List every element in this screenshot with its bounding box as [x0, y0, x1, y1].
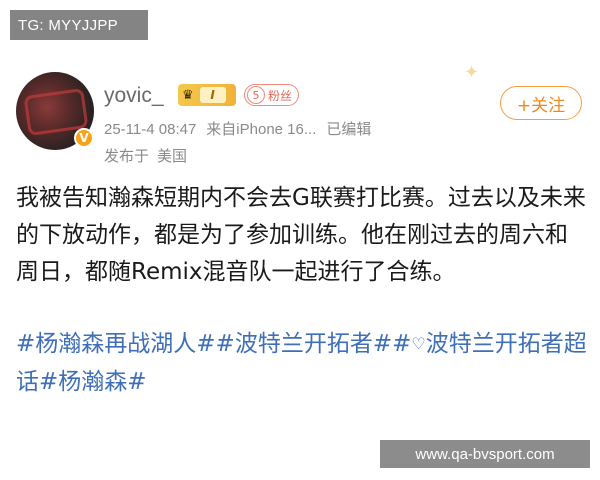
author-username[interactable]: yovic_: [104, 84, 164, 108]
diamond-icon: ♡: [411, 334, 426, 353]
crown-icon: ♛: [182, 87, 194, 103]
verified-icon: V: [74, 128, 94, 148]
follow-button[interactable]: +关注: [500, 86, 582, 120]
location-place: 美国: [157, 147, 188, 165]
watermark-bottom: www.qa-bvsport.com: [380, 440, 590, 468]
watermark-top: TG: MYYJJPP: [10, 10, 148, 40]
post-source[interactable]: 来自iPhone 16...: [206, 121, 316, 138]
fan-badge-number: 5: [247, 86, 265, 104]
level-label: I: [199, 87, 226, 103]
post-body: 我被告知瀚森短期内不会去G联赛打比赛。过去以及未来的下放动作，都是为了参加训练。…: [16, 185, 586, 285]
topic-link[interactable]: #波特兰开拓者#: [216, 331, 393, 357]
fan-badge[interactable]: 5 粉丝: [244, 84, 300, 106]
fan-badge-text: 粉丝: [268, 88, 293, 103]
post-edited[interactable]: 已编辑: [326, 121, 371, 138]
post-date: 25-11-4 08:47: [104, 121, 197, 138]
post-meta: 25-11-4 08:47 来自iPhone 16... 已编辑: [104, 118, 381, 139]
topic-link[interactable]: #杨瀚森再战湖人#: [16, 331, 216, 357]
location-prefix: 发布于: [104, 147, 150, 165]
topic-link[interactable]: #杨瀚森#: [39, 369, 147, 395]
post-topics: #杨瀚森再战湖人##波特兰开拓者##♡波特兰开拓者超话#杨瀚森#: [16, 326, 588, 401]
level-badge[interactable]: ♛ I: [178, 84, 236, 106]
post-location: 发布于 美国: [104, 145, 195, 166]
